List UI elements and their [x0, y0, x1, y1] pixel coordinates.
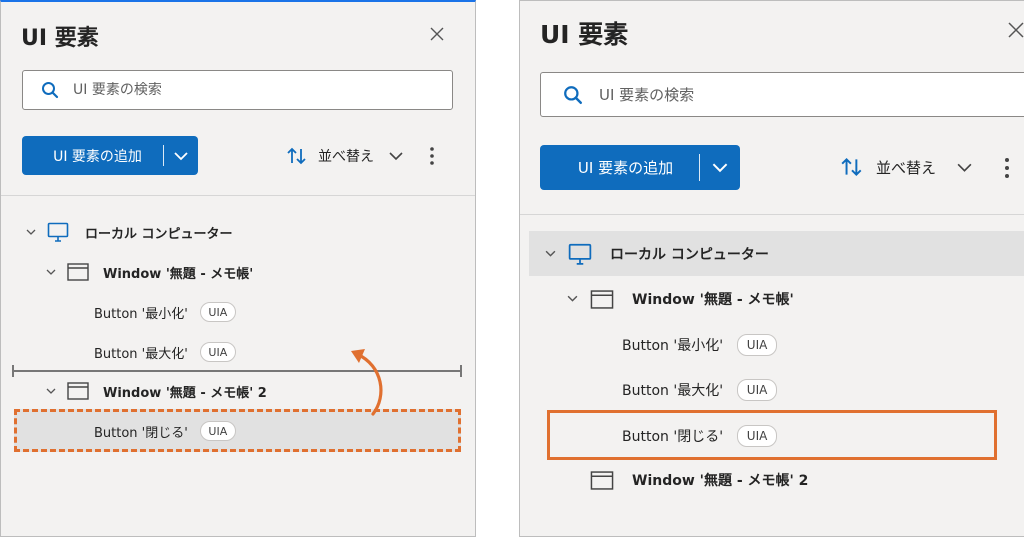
tree-item-local-computer[interactable]: ローカル コンピューター [25, 220, 233, 244]
tree-item-label: ローカル コンピューター [610, 247, 769, 263]
search-box[interactable] [540, 72, 1024, 117]
chevron-down-icon[interactable] [566, 295, 578, 303]
uia-badge: UIA [737, 334, 778, 356]
drop-indicator-cap-left [12, 365, 14, 377]
add-ui-element-button[interactable]: UI 要素の追加 [540, 145, 740, 190]
sort-button[interactable]: 並べ替え [286, 146, 374, 166]
tree-item-button-minimize[interactable]: Button '最小化' UIA [622, 332, 778, 358]
tree-item-window[interactable]: Window '無題 - メモ帳' [45, 260, 253, 284]
search-icon [41, 81, 59, 99]
window-icon [67, 263, 89, 281]
window-icon [67, 382, 89, 400]
sort-label: 並べ替え [876, 158, 937, 177]
sort-label: 並べ替え [318, 149, 374, 165]
tree-item-label: ローカル コンピューター [85, 226, 233, 242]
search-icon [563, 85, 583, 105]
add-ui-element-button[interactable]: UI 要素の追加 [22, 136, 198, 175]
sort-button[interactable]: 並べ替え [840, 156, 936, 178]
uia-badge: UIA [199, 302, 236, 322]
chevron-down-icon[interactable] [700, 162, 740, 173]
more-icon[interactable] [427, 144, 437, 168]
panel-title: UI 要素 [21, 26, 99, 51]
tree-item-button-close[interactable]: Button '閉じる' UIA [94, 419, 236, 443]
more-icon[interactable] [1002, 155, 1012, 181]
chevron-down-icon[interactable] [45, 388, 57, 395]
button-separator [163, 145, 164, 166]
ui-elements-panel-right: UI 要素 UI 要素の追加 並べ替え ローカル [519, 0, 1024, 537]
tree-item-button-close[interactable]: Button '閉じる' UIA [622, 423, 778, 449]
sort-icon [840, 156, 864, 178]
tree-item-button-maximize[interactable]: Button '最大化' UIA [94, 340, 236, 364]
tree-item-window-2[interactable]: Window '無題 - メモ帳' 2 [45, 379, 267, 403]
uia-badge: UIA [199, 421, 236, 441]
tree-item-window[interactable]: Window '無題 - メモ帳' [566, 286, 794, 312]
chevron-down-icon[interactable] [45, 269, 57, 276]
tree-item-button-maximize[interactable]: Button '最大化' UIA [622, 377, 778, 403]
search-input[interactable] [73, 82, 452, 98]
move-arrow-icon [351, 349, 383, 416]
button-separator [699, 154, 700, 181]
uia-badge: UIA [199, 342, 236, 362]
tree-item-label: Window '無題 - メモ帳' [103, 266, 254, 282]
close-icon[interactable] [1007, 21, 1024, 42]
computer-icon [568, 243, 592, 265]
add-ui-element-label: UI 要素の追加 [53, 148, 142, 165]
tree-item-button-minimize[interactable]: Button '最小化' UIA [94, 300, 236, 324]
tree-item-local-computer[interactable]: ローカル コンピューター [544, 241, 769, 267]
tree-item-label: Button '最大化' [94, 346, 188, 362]
tree-item-label: Button '最小化' [622, 338, 724, 354]
chevron-down-icon[interactable] [388, 151, 404, 161]
computer-icon [47, 222, 69, 242]
header-divider [520, 214, 1024, 215]
tree-item-label: Window '無題 - メモ帳' [632, 292, 794, 308]
ui-elements-panel-left: UI 要素 UI 要素の追加 並べ替え ローカル コンピ [0, 0, 476, 537]
tree-item-window-2[interactable]: Window '無題 - メモ帳' 2 [590, 467, 808, 493]
tree-item-label: Window '無題 - メモ帳' 2 [632, 473, 809, 489]
chevron-down-icon[interactable] [164, 151, 198, 161]
sort-icon [286, 146, 308, 166]
search-input[interactable] [599, 85, 1024, 104]
tree-item-label: Window '無題 - メモ帳' 2 [103, 385, 267, 401]
uia-badge: UIA [737, 379, 778, 401]
add-ui-element-label: UI 要素の追加 [577, 159, 674, 177]
tree-item-label: Button '最大化' [622, 383, 724, 399]
header-divider [1, 195, 475, 196]
tree-item-label: Button '最小化' [94, 306, 188, 322]
tree-item-label: Button '閉じる' [94, 425, 188, 441]
chevron-down-icon[interactable] [544, 250, 556, 258]
chevron-down-icon[interactable] [956, 162, 973, 173]
panel-title: UI 要素 [540, 20, 629, 49]
close-icon[interactable] [429, 26, 445, 45]
search-box[interactable] [22, 70, 453, 110]
tree-item-label: Button '閉じる' [622, 429, 724, 445]
uia-badge: UIA [737, 425, 778, 447]
window-icon [590, 289, 614, 309]
chevron-down-icon[interactable] [25, 229, 37, 236]
window-icon [590, 470, 614, 490]
drop-indicator-cap-right [460, 365, 462, 377]
